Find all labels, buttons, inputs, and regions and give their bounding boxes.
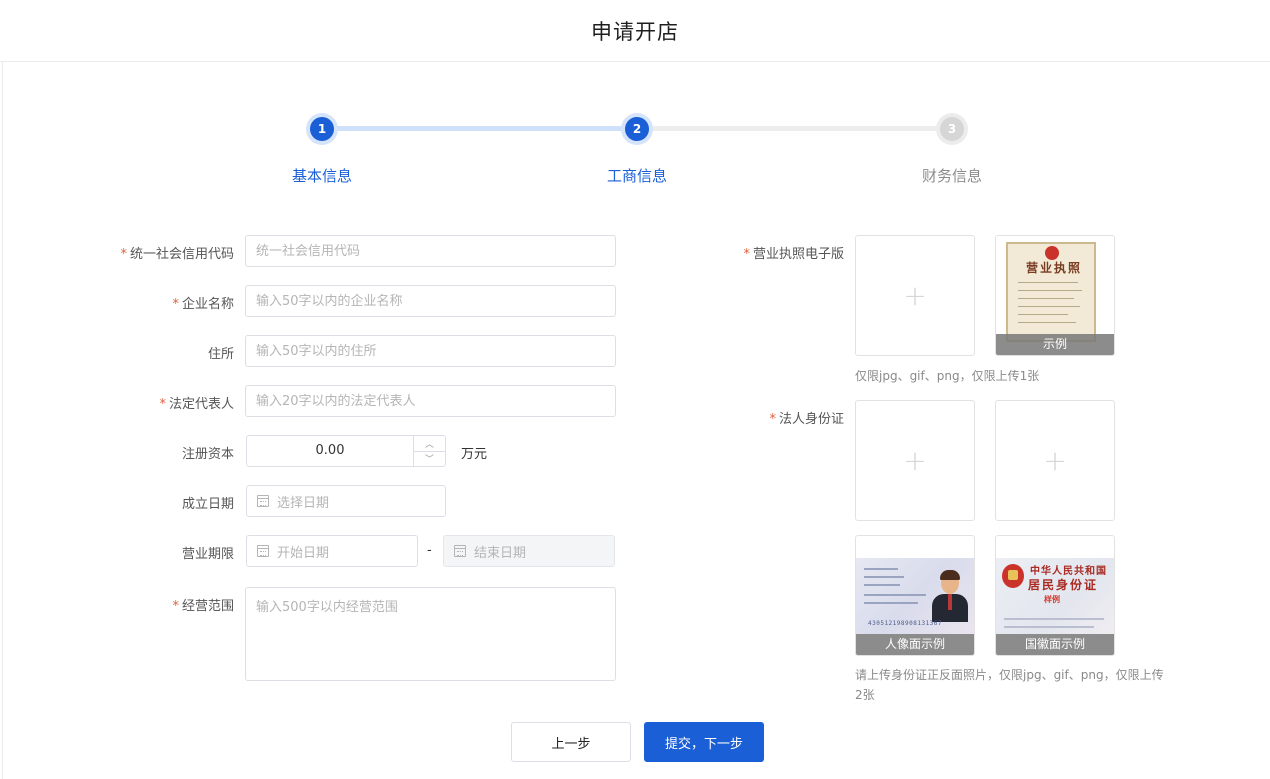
id-card-label-text: 法人身份证 <box>778 412 844 427</box>
step-2-number: 2 <box>625 117 649 141</box>
required-mark: * <box>743 247 750 262</box>
id-back-sample-mark: 样例 <box>1044 595 1060 604</box>
step-track-done <box>335 126 625 131</box>
id-card-hint-line-1: 请上传身份证正反面照片，仅限jpg、gif、png，仅限上传 <box>855 668 1164 682</box>
submit-next-button[interactable]: 提交，下一步 <box>644 722 764 762</box>
capital-label: 注册资本 <box>181 447 234 462</box>
license-hint: 仅限jpg、gif、png，仅限上传1张 <box>855 369 1040 383</box>
business-term-label: 营业期限 <box>181 547 234 562</box>
id-card-label: * 法人身份证 <box>664 408 844 427</box>
step-2-indicator: 2 <box>621 113 653 145</box>
company-name-label: * 企业名称 <box>54 293 234 312</box>
plus-icon: + <box>903 443 927 477</box>
license-label: * 营业执照电子版 <box>664 243 844 262</box>
page-title: 申请开店 <box>591 19 679 44</box>
license-sample-image: 营业执照 <box>1006 242 1096 342</box>
term-end-picker: 结束日期 <box>443 535 615 567</box>
license-label-text: 营业执照电子版 <box>752 247 844 262</box>
national-emblem-icon <box>1002 564 1024 588</box>
id-card-hint-line-2: 2张 <box>855 688 875 702</box>
term-end-placeholder: 结束日期 <box>474 545 527 561</box>
prev-step-button[interactable]: 上一步 <box>511 722 631 762</box>
decrease-icon[interactable]: ﹀ <box>414 452 445 467</box>
found-date-label: 成立日期 <box>181 497 234 512</box>
legal-rep-label: * 法定代表人 <box>54 393 234 412</box>
capital-value[interactable]: 0.00 <box>247 436 413 466</box>
credit-code-label: * 统一社会信用代码 <box>54 243 234 262</box>
id-back-title-2: 居民身份证 <box>1028 578 1099 592</box>
step-3-indicator: 3 <box>936 113 968 145</box>
id-front-caption: 人像面示例 <box>856 634 974 655</box>
company-name-input[interactable] <box>245 285 616 317</box>
scope-textarea[interactable] <box>245 587 616 681</box>
id-front-sample: 430512198908131367 人像面示例 <box>855 535 975 656</box>
id-back-caption: 国徽面示例 <box>996 634 1114 655</box>
id-card-hint: 请上传身份证正反面照片，仅限jpg、gif、png，仅限上传 2张 <box>855 665 1165 705</box>
step-2-label: 工商信息 <box>606 167 667 185</box>
scope-label-text: 经营范围 <box>181 599 234 614</box>
text-line <box>1018 322 1076 323</box>
step-track-todo <box>650 126 940 131</box>
text-line <box>864 594 926 596</box>
required-mark: * <box>120 247 127 262</box>
text-line <box>864 584 900 586</box>
id-back-sample-image: 中华人民共和国 居民身份证 样例 <box>996 558 1114 634</box>
required-mark: * <box>172 297 179 312</box>
step-3-label: 财务信息 <box>921 167 982 185</box>
found-date-picker[interactable]: 选择日期 <box>246 485 446 517</box>
scope-label: * 经营范围 <box>54 595 234 614</box>
address-input[interactable] <box>245 335 616 367</box>
text-line <box>864 602 918 604</box>
text-line <box>1018 282 1078 283</box>
text-line <box>1018 314 1068 315</box>
legal-rep-input[interactable] <box>245 385 616 417</box>
required-mark: * <box>769 412 776 427</box>
plus-icon: + <box>1043 443 1067 477</box>
required-mark: * <box>172 599 179 614</box>
legal-rep-label-text: 法定代表人 <box>168 397 234 412</box>
credit-code-input[interactable] <box>245 235 616 267</box>
license-sample: 营业执照 示例 <box>995 235 1115 356</box>
license-upload-button[interactable]: + <box>855 235 975 356</box>
text-line <box>1018 298 1074 299</box>
step-1-indicator: 1 <box>306 113 338 145</box>
found-date-placeholder: 选择日期 <box>277 495 330 511</box>
text-line <box>1004 618 1104 620</box>
text-line <box>1018 290 1082 291</box>
text-line <box>864 576 904 578</box>
step-3-number: 3 <box>940 117 964 141</box>
address-label: 住所 <box>207 347 234 362</box>
company-name-label-text: 企业名称 <box>181 297 234 312</box>
text-line <box>864 568 898 570</box>
id-front-sample-image: 430512198908131367 <box>856 558 974 634</box>
capital-stepper[interactable]: 0.00 ︿ ﹀ <box>246 435 446 467</box>
plus-icon: + <box>903 278 927 312</box>
date-range-separator: - <box>427 543 432 558</box>
text-line <box>1004 626 1094 628</box>
step-1-label: 基本信息 <box>291 167 352 185</box>
increase-icon[interactable]: ︿ <box>414 436 445 452</box>
id-number: 430512198908131367 <box>868 620 943 627</box>
national-emblem-icon <box>1045 246 1059 260</box>
calendar-icon <box>454 545 466 557</box>
term-start-picker[interactable]: 开始日期 <box>246 535 418 567</box>
capital-unit: 万元 <box>461 447 488 462</box>
id-back-title-1: 中华人民共和国 <box>1030 566 1107 577</box>
license-sample-title: 营业执照 <box>1026 261 1083 275</box>
capital-spinner: ︿ ﹀ <box>413 436 445 466</box>
page-header: 申请开店 <box>0 0 1270 62</box>
step-1-number: 1 <box>310 117 334 141</box>
term-start-placeholder: 开始日期 <box>277 545 330 561</box>
id-front-upload-button[interactable]: + <box>855 400 975 521</box>
calendar-icon <box>257 545 269 557</box>
text-line <box>1018 306 1080 307</box>
license-sample-caption: 示例 <box>996 334 1114 355</box>
required-mark: * <box>159 397 166 412</box>
id-back-upload-button[interactable]: + <box>995 400 1115 521</box>
id-back-sample: 中华人民共和国 居民身份证 样例 国徽面示例 <box>995 535 1115 656</box>
calendar-icon <box>257 495 269 507</box>
credit-code-label-text: 统一社会信用代码 <box>129 247 234 262</box>
portrait-icon <box>932 570 968 622</box>
